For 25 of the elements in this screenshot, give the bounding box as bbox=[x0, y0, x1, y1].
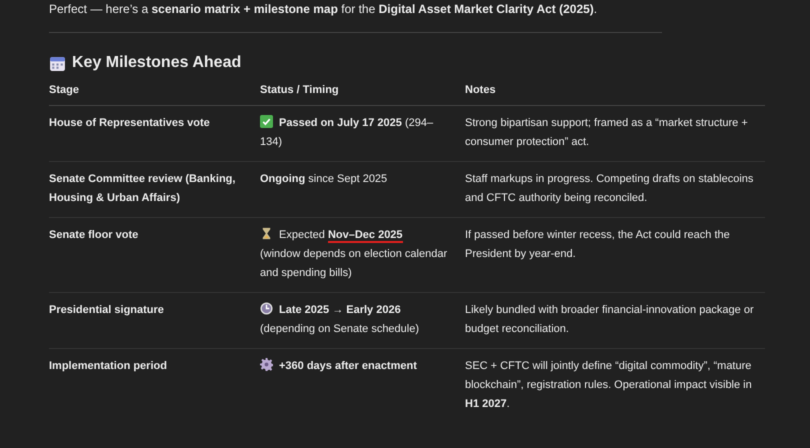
status-cell-text: Late 2025 → Early 2026 (depending on Senate schedule) bbox=[260, 301, 420, 337]
column-header: Status / Timing bbox=[260, 83, 340, 98]
stage-cell-text: Senate Committee review (Banking, Housing & Urban Affairs) bbox=[49, 172, 236, 206]
stage-cell-text: Senate floor vote bbox=[49, 228, 140, 243]
column-header: Notes bbox=[465, 83, 497, 98]
notes-cell-text: SEC + CFTC will jointly define “digital commodity”, “mature blockchain”, registration rules. Operational impact visible in H1 2027. bbox=[465, 359, 753, 412]
status-cell-text: Passed on July 17 2025 (294–134) bbox=[260, 114, 434, 150]
notes-cell-text: Strong bipartisan support; framed as a “market structure + consumer protection” act. bbox=[465, 116, 749, 150]
stage-cell-text: Implementation period bbox=[49, 359, 168, 374]
gear-icon bbox=[260, 358, 273, 371]
notes-cell-text: Likely bundled with broader financial-innovation package or budget reconciliation. bbox=[465, 303, 755, 337]
calendar-icon bbox=[49, 54, 66, 72]
stage-cell-text: House of Representatives vote bbox=[49, 116, 211, 131]
checkmark-icon bbox=[260, 115, 273, 128]
status-cell: +360 days after enactment bbox=[260, 357, 465, 414]
status-cell-text: Expected Nov–Dec 2025 (window depends on election calendar and spending bills) bbox=[260, 226, 448, 281]
stage-cell-text: Presidential signature bbox=[49, 303, 165, 318]
section-title: Key Milestones Ahead bbox=[72, 53, 242, 73]
notes-cell-text: If passed before winter recess, the Act could reach the President by year-end. bbox=[465, 228, 731, 262]
hourglass-icon bbox=[260, 227, 273, 240]
notes-cell-text: Staff markups in progress. Competing drafts on stablecoins and CFTC authority being reconciled. bbox=[465, 172, 754, 206]
intro-paragraph: Perfect — here’s a scenario matrix + milestone map for the Digital Asset Market Clarity Act (2025). bbox=[49, 1, 598, 18]
column-header: Stage bbox=[49, 83, 80, 98]
status-cell-text: Ongoing since Sept 2025 bbox=[260, 172, 388, 187]
clock-icon bbox=[260, 302, 273, 315]
